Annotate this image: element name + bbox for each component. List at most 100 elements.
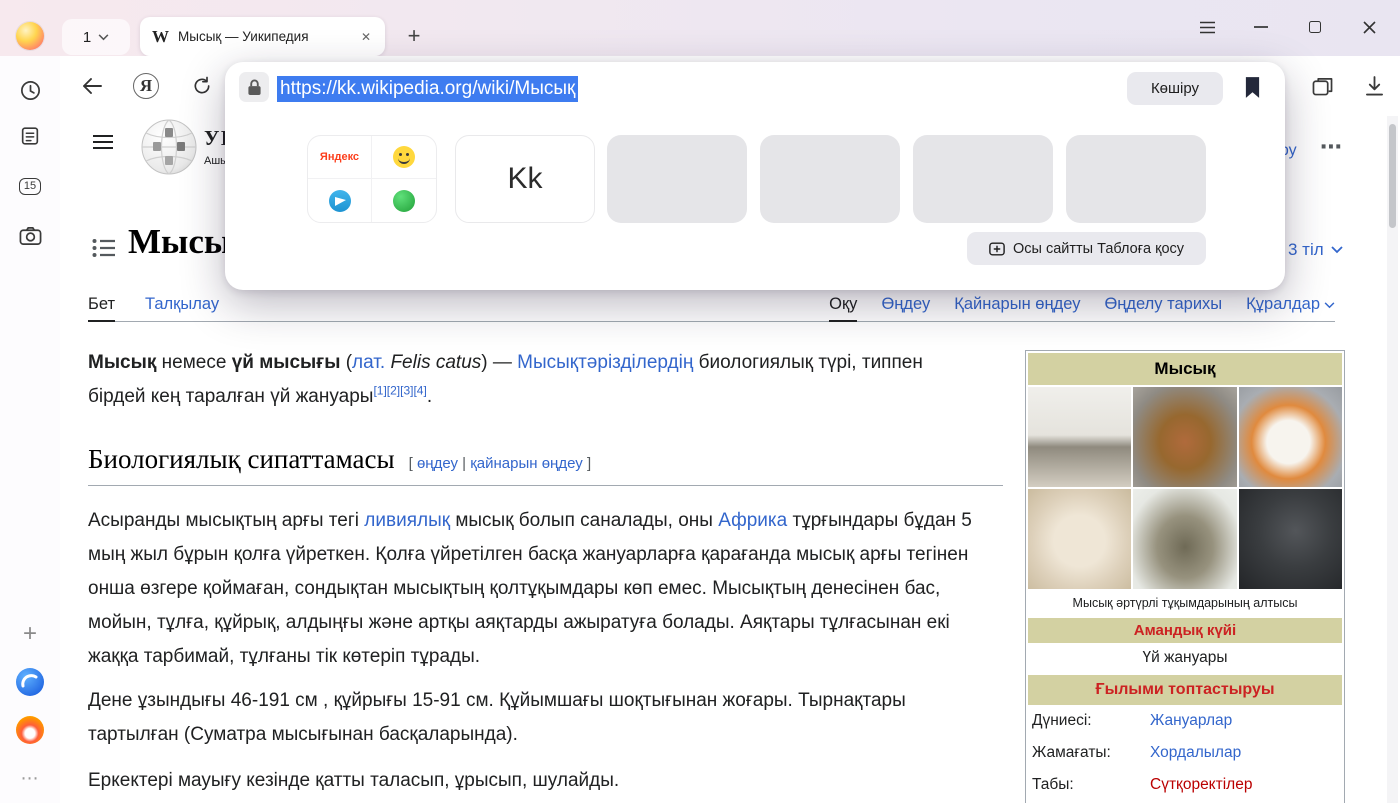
omnibox-dropdown: https://kk.wikipedia.org/wiki/Мысық Көші… [225,62,1285,290]
cat-photo[interactable] [1133,387,1236,487]
section-heading: Биологиялық сипаттамасы[ өңдеу | қайнары… [88,444,1003,486]
url-text-selected: https://kk.wikipedia.org/wiki/Мысық [277,76,578,102]
contents-button[interactable] [92,238,116,263]
reload-button[interactable] [186,70,218,102]
downloads-button[interactable] [1358,70,1390,102]
cat-photo[interactable] [1028,387,1131,487]
sidebar-more-button[interactable]: ⋯ [0,760,60,796]
yandex-search-button[interactable]: Я [130,70,162,102]
contents-list-icon [92,238,116,258]
smiley-app-icon [393,146,415,168]
tableau-tile-wikipedia[interactable]: Kk [455,135,595,223]
felidae-link[interactable]: Мысықтәрізділердің [517,352,693,373]
infobox-row: Табы: Сүтқоректілер [1028,769,1342,801]
tab-edit[interactable]: Өңдеу [881,295,930,321]
kingdom-link[interactable]: Жануарлар [1150,712,1232,730]
history-button[interactable] [0,72,60,108]
close-button[interactable] [1346,10,1392,44]
tab-count-badge: 15 [19,178,41,195]
sidebar-add-button[interactable]: + [0,616,60,652]
tableau-empty-tile [760,135,900,223]
bookmark-flag-icon [1244,76,1261,99]
tab-history[interactable]: Өңделу тарихы [1104,295,1222,321]
infobox-row: Жамағаты: Хордалылар [1028,737,1342,769]
tab-group-pill[interactable]: 1 [62,19,130,55]
yandex-ya-icon: Я [133,73,159,99]
ref-2[interactable]: [2] [387,384,400,398]
tab-page[interactable]: Бет [88,295,115,322]
tab-tools[interactable]: Құралдар [1246,295,1335,321]
feed-button[interactable] [0,118,60,154]
chevron-down-icon [1324,302,1335,309]
wiki-menu-button[interactable] [92,134,114,155]
class-link[interactable]: Сүтқоректілер [1150,776,1252,794]
back-button[interactable] [76,70,108,102]
language-count-label: 3 тіл [1288,240,1324,260]
wiki-hamburger-icon [92,134,114,150]
scrollbar-thumb[interactable] [1389,124,1396,228]
intro-bold-term2: үй мысығы [232,352,341,373]
tab-edit-source[interactable]: Қайнарын өңдеу [954,295,1080,321]
intro-paragraph: Мысық немесе үй мысығы (лат. Felis catus… [88,346,968,414]
yandex-start-icon [16,716,44,744]
phylum-link[interactable]: Хордалылар [1150,744,1241,762]
maximize-button[interactable] [1292,10,1338,44]
africa-link[interactable]: Африка [718,510,787,531]
url-input[interactable]: https://kk.wikipedia.org/wiki/Мысық [277,75,578,103]
paragraph: Дене ұзындығы 46-191 см , құйрығы 15-91 … [88,684,1000,752]
ref-1[interactable]: [1] [373,384,386,398]
copy-url-button[interactable]: Көшіру [1127,72,1223,105]
cat-photo[interactable] [1028,489,1131,589]
add-square-icon [989,242,1005,256]
tab-group-count: 1 [83,29,91,46]
green-app-icon [393,190,415,212]
language-selector[interactable]: 3 тіл [1288,240,1343,260]
wikipedia-favicon-icon: W [152,27,169,47]
wikipedia-logo[interactable] [140,118,198,181]
profile-avatar-icon[interactable] [16,22,44,50]
add-to-tableau-button[interactable]: Осы сайтты Таблоға қосу [967,232,1206,265]
cat-photo[interactable] [1239,489,1342,589]
ellipsis-icon: ⋯ [21,768,40,789]
browser-menu-icon[interactable] [1184,10,1230,44]
infobox-status-value: Үй жануары [1028,643,1342,673]
new-tab-button[interactable]: + [398,20,430,52]
infobox-photo-grid [1028,387,1342,589]
intro-bold-term: Мысық [88,352,156,373]
chevron-down-icon [98,34,109,41]
infobox-status-header: Амандық күйі [1028,618,1342,643]
screenshot-button[interactable] [0,218,60,254]
ref-3[interactable]: [3] [400,384,413,398]
lock-icon [247,79,262,96]
tableau-empty-tile [607,135,747,223]
bookmark-button[interactable] [1241,73,1263,101]
yandex-logo: Яндекс [320,151,359,163]
tab-talk[interactable]: Талқылау [145,295,219,321]
ref-4[interactable]: [4] [413,384,426,398]
tab-close-icon[interactable]: ✕ [359,28,373,46]
libyan-cat-link[interactable]: ливиялық [364,510,450,531]
yandex-apps-tile[interactable]: Яндекс [307,135,437,223]
edit-source-link[interactable]: қайнарын өңдеу [470,455,583,472]
edit-link[interactable]: өңдеу [417,455,458,472]
tab-read[interactable]: Оқу [829,295,857,322]
cat-photo[interactable] [1133,489,1236,589]
paragraph: Еркектері мауығу кезінде қатты таласып, … [88,764,1000,798]
back-arrow-icon [82,78,102,94]
messenger-app-icon [329,190,351,212]
sidebar: 15 + ⋯ [0,56,60,803]
latin-link[interactable]: лат. [352,352,385,373]
extensions-button[interactable] [1306,70,1338,102]
site-security-button[interactable] [239,72,269,102]
browser-tab[interactable]: W Мысық — Уикипедия ✕ [140,17,385,56]
latin-name: Felis catus [390,352,481,373]
download-icon [1365,76,1384,96]
tabs-counter-button[interactable]: 15 [0,168,60,204]
yandex-browser-button[interactable] [0,664,60,700]
wiki-header-more-icon[interactable]: ⋯ [1320,134,1343,160]
minimize-button[interactable] [1238,10,1284,44]
plus-icon: + [23,620,37,648]
cat-photo[interactable] [1239,387,1342,487]
yandex-start-button[interactable] [0,712,60,748]
infobox-caption: Мысық әртүрлі тұқымдарының алтысы [1028,589,1342,618]
